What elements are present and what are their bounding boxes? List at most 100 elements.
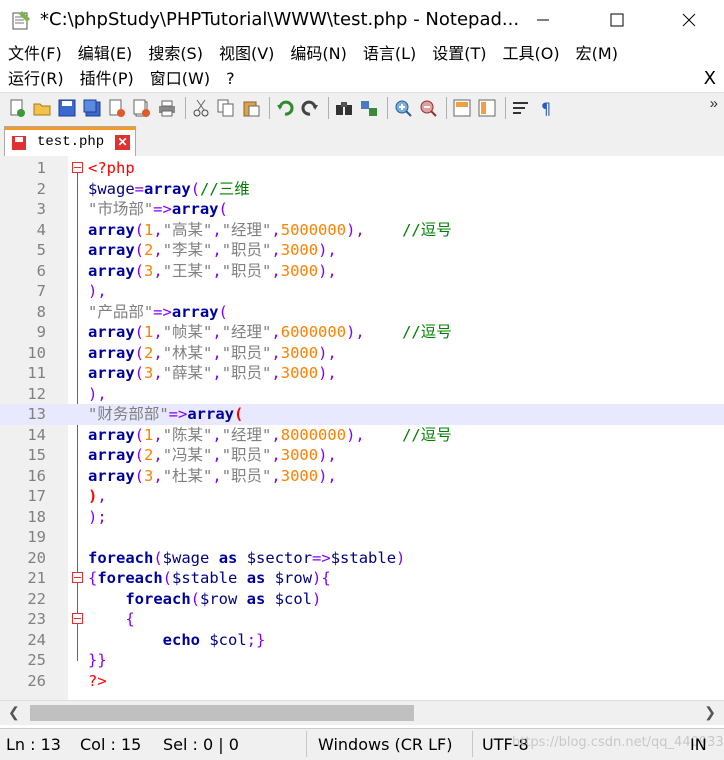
toolbar-separator <box>269 96 270 119</box>
menu-tools[interactable]: 工具(O) <box>495 41 568 67</box>
sync-vertical-icon[interactable] <box>451 97 473 119</box>
menu-search[interactable]: 搜索(S) <box>140 41 211 67</box>
open-file-icon[interactable] <box>31 97 53 119</box>
code-line-5: 5 array(2,"李某","职员",3000), <box>36 241 337 259</box>
code-line-13: 13 "财务部部"=>array( <box>0 404 724 425</box>
code-editor[interactable]: 1 <?php 2 $wage=array(//三维 3 "市场部"=>array( … <box>0 156 724 700</box>
scrollbar-thumb[interactable] <box>30 705 414 721</box>
save-icon[interactable] <box>56 97 78 119</box>
tab-bar: test.php ✕ <box>0 122 724 157</box>
sync-horizontal-icon[interactable] <box>476 97 498 119</box>
maximize-icon <box>610 13 624 27</box>
toolbar-separator <box>387 96 388 119</box>
undo-icon[interactable] <box>274 97 296 119</box>
code-line-25: 25}} <box>27 651 107 669</box>
code-line-17: 17), <box>27 487 107 505</box>
replace-icon[interactable] <box>358 97 380 119</box>
scroll-right-icon[interactable]: ❯ <box>704 704 716 721</box>
code-line-8: 8 "产品部"=>array( <box>36 302 228 321</box>
code-line-15: 15 array(2,"冯某","职员",3000), <box>27 446 337 464</box>
menu-plugins[interactable]: 插件(P) <box>72 66 142 92</box>
toolbar-overflow-icon[interactable]: » <box>710 95 718 112</box>
menu-macro[interactable]: 宏(M) <box>568 41 626 67</box>
code-line-1: 1 <?php <box>36 159 135 177</box>
menu-settings[interactable]: 设置(T) <box>424 41 494 67</box>
menu-row-1: 文件(F) 编辑(E) 搜索(S) 视图(V) 编码(N) 语言(L) 设置(T… <box>0 41 626 67</box>
status-insert-mode: IN <box>690 735 707 754</box>
status-separator <box>306 731 307 757</box>
close-icon <box>682 13 696 27</box>
code-line-7: 7), <box>36 282 107 300</box>
find-icon[interactable] <box>333 97 355 119</box>
menu-window[interactable]: 窗口(W) <box>142 66 218 92</box>
code-line-24: 24 echo $col;} <box>27 630 266 649</box>
code-line-22: 22 foreach($row as $col) <box>27 589 322 608</box>
code-line-4: 4 array(1,"高某","经理",5000000), //逗号 <box>36 220 452 239</box>
code-line-3: 3 "市场部"=>array( <box>36 200 228 218</box>
cut-icon[interactable] <box>190 97 212 119</box>
code-line-12: 12), <box>27 384 107 403</box>
menu-language[interactable]: 语言(L) <box>355 41 424 67</box>
tab-active-indicator <box>5 127 135 130</box>
unsaved-file-icon <box>12 136 26 150</box>
code-line-9: 9 array(1,"帧某","经理",6000000), //逗号 <box>36 323 452 341</box>
notepad-plus-plus-icon <box>12 11 30 30</box>
show-all-chars-icon[interactable]: ¶ <box>535 97 557 119</box>
menu-file[interactable]: 文件(F) <box>0 41 70 67</box>
close-file-icon[interactable] <box>106 97 128 119</box>
code-line-20: 20 foreach($wage as $sector=>$stable) <box>27 548 406 567</box>
word-wrap-icon[interactable] <box>510 97 532 119</box>
menu-run[interactable]: 运行(R) <box>0 66 72 92</box>
status-bar: Ln : 13 Col : 15 Sel : 0 | 0 Windows (CR… <box>0 728 724 760</box>
svg-text:¶: ¶ <box>541 99 551 117</box>
close-all-icon[interactable] <box>131 97 153 119</box>
code-line-16: 16 array(3,"杜某","职员",3000), <box>27 466 337 485</box>
tab-label: test.php <box>37 134 105 150</box>
zoom-in-icon[interactable] <box>392 97 414 119</box>
status-selection: Sel : 0 | 0 <box>163 735 239 754</box>
copy-icon[interactable] <box>215 97 237 119</box>
code-line-11: 11 array(3,"薛某","职员",3000), <box>27 364 337 382</box>
status-line: Ln : 13 <box>6 735 61 754</box>
window-title: *C:\phpStudy\PHPTutorial\WWW\test.php - … <box>40 9 520 30</box>
new-file-icon[interactable] <box>6 97 28 119</box>
redo-icon[interactable] <box>299 97 321 119</box>
print-icon[interactable] <box>156 97 178 119</box>
status-column: Col : 15 <box>80 735 142 754</box>
tab-test-php[interactable]: test.php ✕ <box>4 126 136 156</box>
toolbar-separator <box>185 96 186 119</box>
toolbar-separator <box>505 96 506 119</box>
scroll-left-icon[interactable]: ❮ <box>8 704 20 721</box>
menu-help[interactable]: ? <box>218 66 243 92</box>
code-line-10: 10 array(2,"林某","职员",3000), <box>27 343 337 362</box>
toolbar-separator <box>446 96 447 119</box>
maximize-button[interactable] <box>594 0 640 40</box>
code-line-23: 23 { <box>27 610 135 628</box>
tab-close-icon[interactable]: ✕ <box>115 135 130 150</box>
close-window-button[interactable] <box>666 0 712 40</box>
minimize-icon <box>537 19 549 21</box>
code-line-26: 26 ?> <box>27 671 107 690</box>
close-document-button[interactable]: X <box>704 66 716 92</box>
toolbar: ¶ » <box>0 92 724 122</box>
menu-edit[interactable]: 编辑(E) <box>70 41 141 67</box>
menu-bar: 文件(F) 编辑(E) 搜索(S) 视图(V) 编码(N) 语言(L) 设置(T… <box>0 40 724 92</box>
menu-row-2: 运行(R) 插件(P) 窗口(W) ? <box>0 66 243 92</box>
code-line-19: 19 <box>27 528 46 546</box>
menu-view[interactable]: 视图(V) <box>211 41 282 67</box>
code-line-2: 2 $wage=array(//三维 <box>36 179 250 198</box>
code-line-14: 14 array(1,"陈某","经理",8000000), //逗号 <box>27 425 452 444</box>
menu-encoding[interactable]: 编码(N) <box>282 41 354 67</box>
status-separator <box>472 731 473 757</box>
minimize-button[interactable] <box>520 0 566 40</box>
code-line-6: 6 array(3,"王某","职员",3000), <box>36 261 337 280</box>
paste-icon[interactable] <box>240 97 262 119</box>
code-line-21: 21 {foreach($stable as $row){ <box>27 569 331 587</box>
status-eol[interactable]: Windows (CR LF) <box>318 735 452 754</box>
horizontal-scrollbar[interactable]: ❮ ❯ <box>0 700 724 725</box>
code-line-18: 18); <box>27 507 107 526</box>
save-all-icon[interactable] <box>81 97 103 119</box>
zoom-out-icon[interactable] <box>417 97 439 119</box>
toolbar-separator <box>328 96 329 119</box>
title-bar: *C:\phpStudy\PHPTutorial\WWW\test.php - … <box>0 0 724 40</box>
